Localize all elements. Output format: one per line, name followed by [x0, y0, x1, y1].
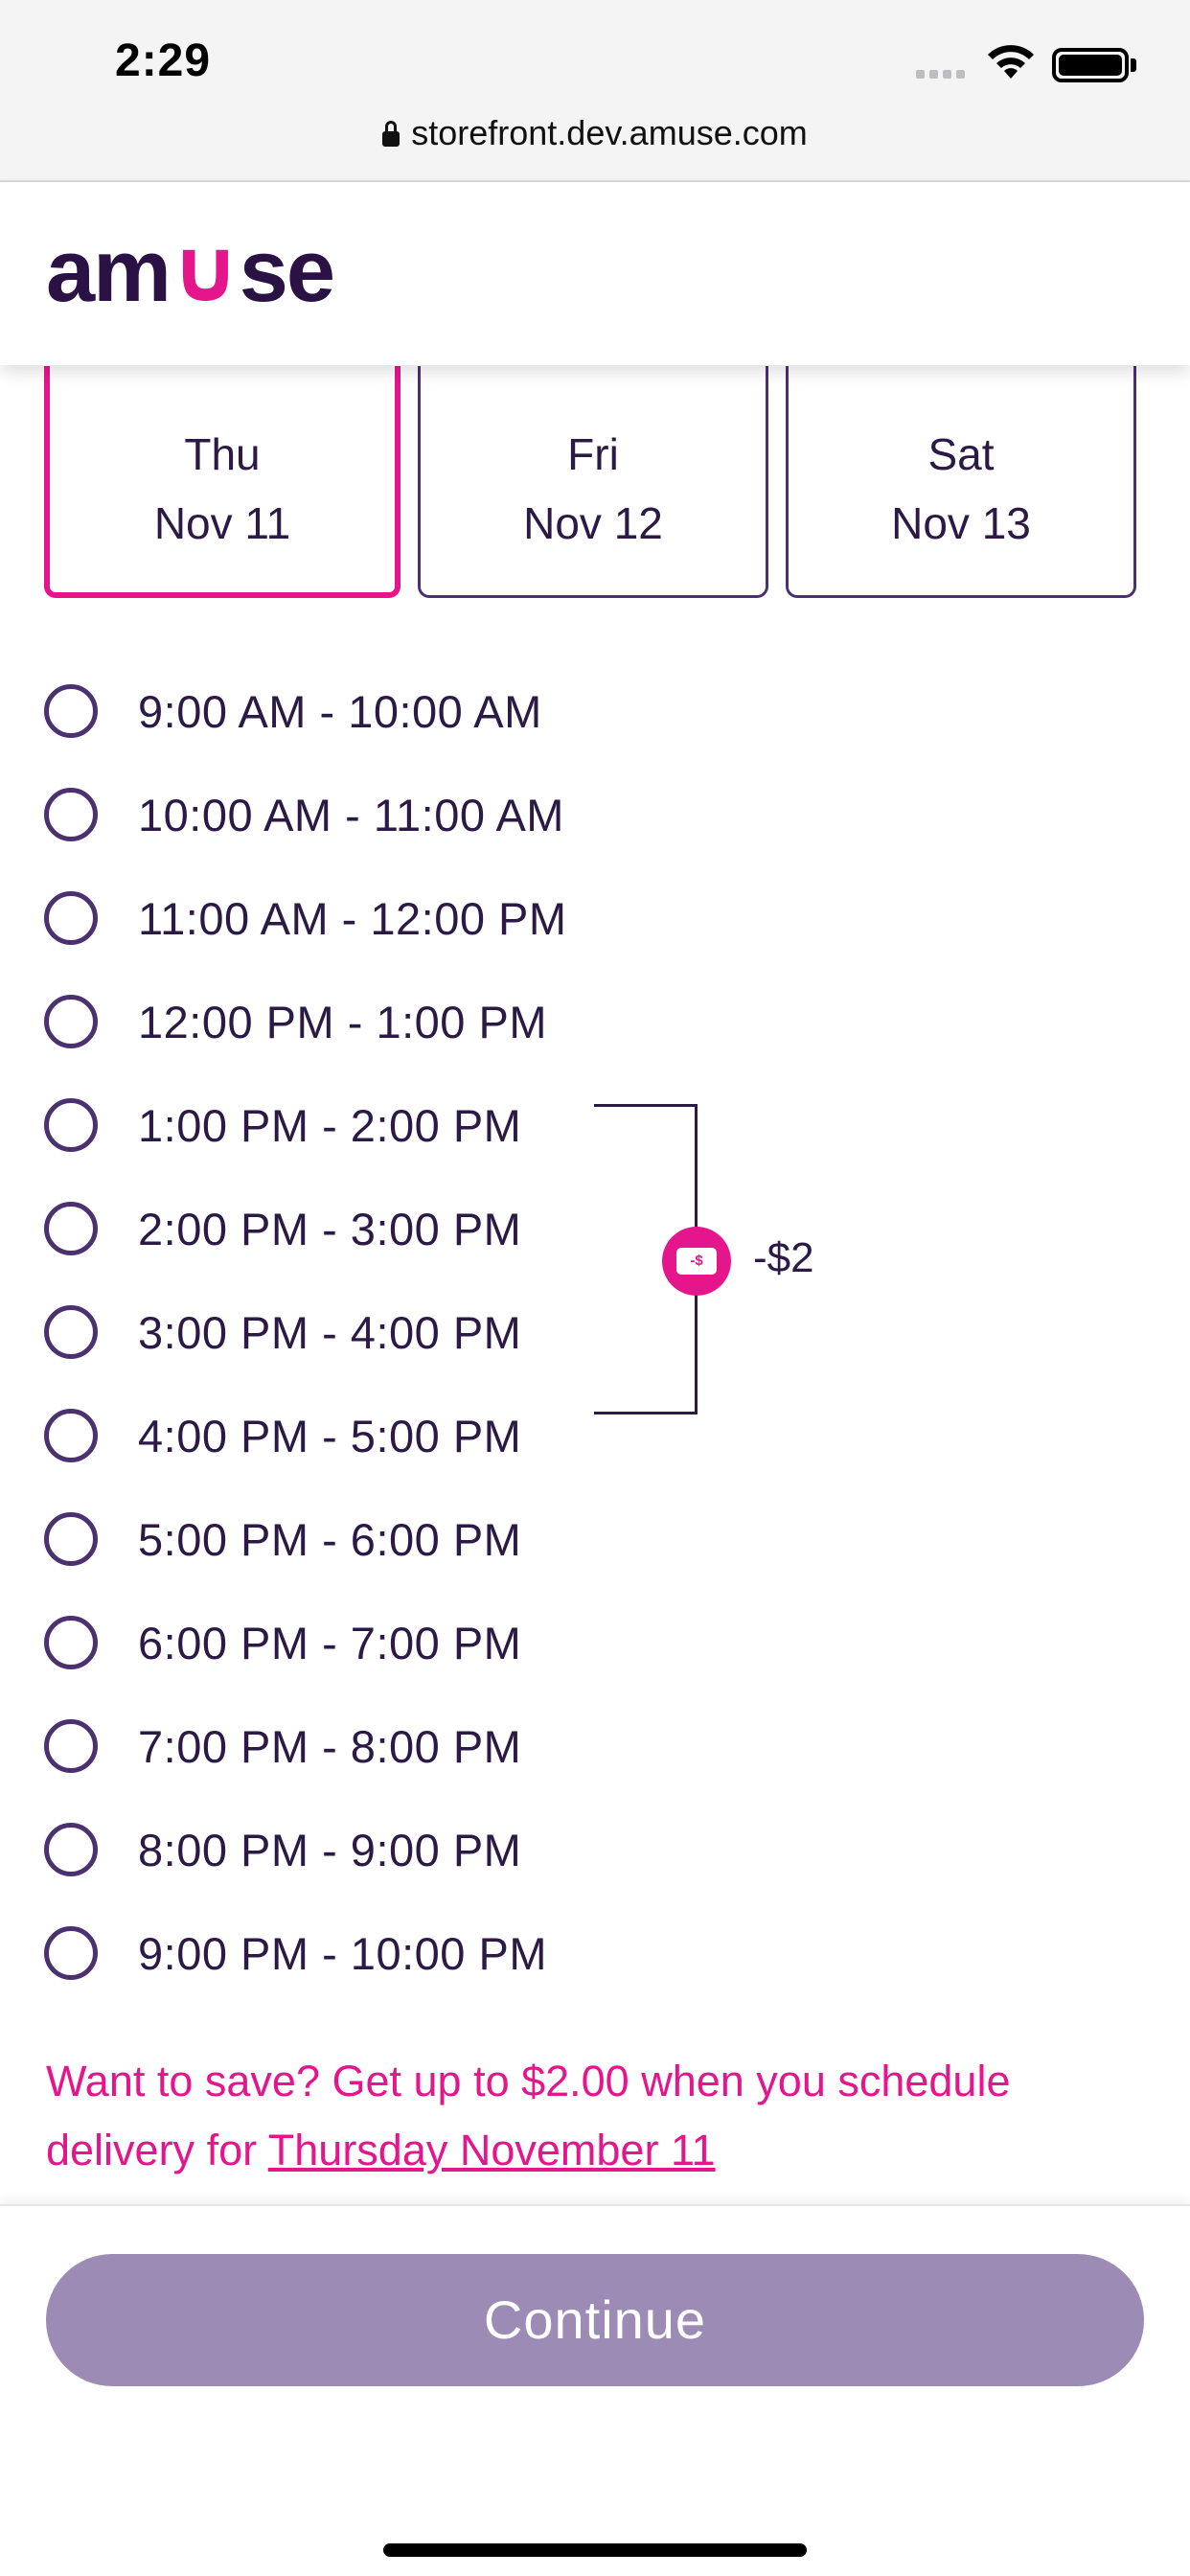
battery-nub [1131, 58, 1136, 72]
radio-button[interactable] [44, 891, 98, 945]
radio-button[interactable] [44, 1719, 98, 1773]
amuse-logo[interactable]: am∪se [46, 227, 335, 315]
day-date: Nov 12 [523, 498, 663, 548]
time-slot-option[interactable]: 6:00 PM - 7:00 PM [44, 1591, 715, 1694]
time-slot-label: 9:00 PM - 10:00 PM [138, 1927, 547, 1979]
battery-icon [1052, 48, 1129, 82]
time-slot-label: 3:00 PM - 4:00 PM [138, 1306, 522, 1358]
time-slot-label: 8:00 PM - 9:00 PM [138, 1824, 522, 1875]
time-slot-option[interactable]: 11:00 AM - 12:00 PM [44, 866, 715, 970]
radio-button[interactable] [44, 1098, 98, 1152]
continue-button[interactable]: Continue [46, 2254, 1144, 2386]
day-weekday: Sat [927, 429, 995, 479]
radio-button[interactable] [44, 1305, 98, 1359]
time-slot-option[interactable]: 12:00 PM - 1:00 PM [44, 970, 715, 1073]
time-slot-option[interactable]: 8:00 PM - 9:00 PM [44, 1798, 715, 1901]
savings-promo: Want to save? Get up to $2.00 when you s… [46, 2047, 1148, 2185]
radio-button[interactable] [44, 1202, 98, 1255]
radio-button[interactable] [44, 684, 98, 738]
time-slot-label: 10:00 AM - 11:00 AM [138, 789, 564, 840]
time-slot-label: 5:00 PM - 6:00 PM [138, 1513, 522, 1565]
radio-button[interactable] [44, 995, 98, 1048]
browser-top-bar: 2:29 storefront.dev.amuse.com [0, 0, 1190, 182]
radio-button[interactable] [44, 1409, 98, 1462]
status-time: 2:29 [115, 35, 212, 86]
time-slot-label: 6:00 PM - 7:00 PM [138, 1617, 522, 1668]
bottom-action-bar: Continue [0, 2204, 1190, 2576]
discount-amount: -$2 [753, 1234, 814, 1281]
day-selector: Thu Nov 11 Fri Nov 12 Sat Nov 13 [44, 366, 1136, 598]
day-card-thu[interactable]: Thu Nov 11 [44, 366, 400, 598]
home-indicator [383, 2543, 807, 2557]
time-slot-option[interactable]: 10:00 AM - 11:00 AM [44, 763, 715, 866]
day-weekday: Fri [567, 429, 619, 479]
app-header: am∪se [0, 183, 1190, 365]
radio-button[interactable] [44, 788, 98, 841]
discount-badge-text: -$ [676, 1248, 717, 1275]
radio-button[interactable] [44, 1616, 98, 1669]
time-slot-option[interactable]: 9:00 AM - 10:00 AM [44, 659, 715, 763]
day-card-sat[interactable]: Sat Nov 13 [786, 366, 1136, 598]
radio-button[interactable] [44, 1926, 98, 1980]
radio-button[interactable] [44, 1823, 98, 1876]
radio-button[interactable] [44, 1512, 98, 1566]
day-date: Nov 11 [153, 498, 291, 548]
url-text: storefront.dev.amuse.com [411, 113, 808, 152]
time-slot-label: 4:00 PM - 5:00 PM [138, 1410, 522, 1461]
address-bar[interactable]: storefront.dev.amuse.com [0, 113, 1190, 153]
time-slot-option[interactable]: 9:00 PM - 10:00 PM [44, 1901, 715, 2005]
time-slot-label: 1:00 PM - 2:00 PM [138, 1099, 522, 1151]
wifi-icon [988, 45, 1034, 79]
day-card-fri[interactable]: Fri Nov 12 [418, 366, 768, 598]
time-slot-label: 2:00 PM - 3:00 PM [138, 1203, 522, 1254]
time-slot-label: 7:00 PM - 8:00 PM [138, 1720, 522, 1772]
time-slot-label: 11:00 AM - 12:00 PM [138, 892, 567, 944]
cellular-signal-icon [916, 70, 965, 79]
promo-date-link[interactable]: Thursday November 11 [268, 2126, 716, 2174]
discount-ticket-icon: -$ [662, 1227, 731, 1296]
lock-icon [382, 121, 400, 147]
day-date: Nov 13 [891, 498, 1031, 548]
day-weekday: Thu [184, 429, 261, 479]
time-slot-option[interactable]: 7:00 PM - 8:00 PM [44, 1694, 715, 1798]
time-slot-option[interactable]: 5:00 PM - 6:00 PM [44, 1487, 715, 1591]
time-slot-label: 9:00 AM - 10:00 AM [138, 685, 542, 737]
time-slot-label: 12:00 PM - 1:00 PM [138, 996, 547, 1047]
